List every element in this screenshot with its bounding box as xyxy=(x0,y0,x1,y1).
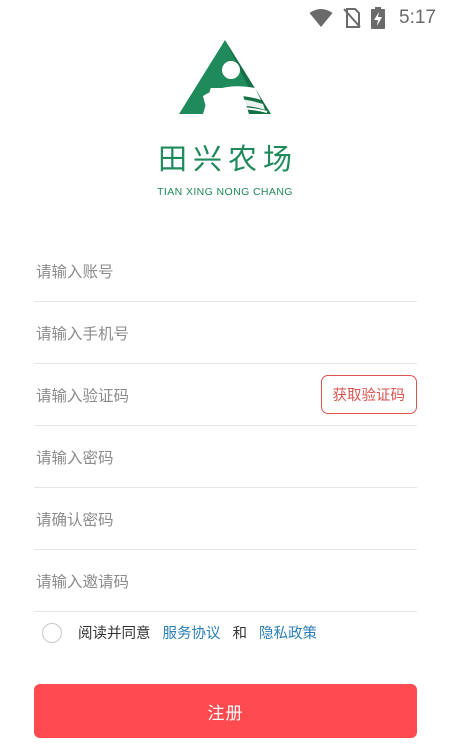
password-placeholder: 请输入密码 xyxy=(36,448,114,467)
register-form: 请输入账号 请输入手机号 请输入验证码 获取验证码 请输入密码 请确认密码 请输… xyxy=(34,240,417,612)
code-placeholder: 请输入验证码 xyxy=(36,386,130,405)
privacy-policy-link[interactable]: 隐私政策 xyxy=(259,622,317,643)
account-field[interactable]: 请输入账号 xyxy=(34,240,417,302)
register-button[interactable]: 注册 xyxy=(34,684,417,738)
status-bar: 5:17 xyxy=(0,0,450,36)
wifi-icon xyxy=(309,8,333,28)
get-code-button[interactable]: 获取验证码 xyxy=(320,375,417,414)
account-placeholder: 请输入账号 xyxy=(36,262,114,281)
confirm-password-field[interactable]: 请确认密码 xyxy=(34,488,417,550)
phone-field[interactable]: 请输入手机号 xyxy=(34,302,417,364)
password-field[interactable]: 请输入密码 xyxy=(34,426,417,488)
battery-charging-icon xyxy=(371,7,386,29)
confirm-password-placeholder: 请确认密码 xyxy=(36,510,114,529)
no-sim-icon xyxy=(343,8,361,28)
register-button-label: 注册 xyxy=(207,703,244,724)
invite-placeholder: 请输入邀请码 xyxy=(36,572,130,591)
service-agreement-link[interactable]: 服务协议 xyxy=(163,622,221,643)
brand-header: 田兴农场 TIAN XING NONG CHANG xyxy=(0,38,450,198)
brand-name: 田兴农场 xyxy=(157,142,298,176)
phone-placeholder: 请输入手机号 xyxy=(36,324,130,343)
invite-code-field[interactable]: 请输入邀请码 xyxy=(34,550,417,612)
status-time: 5:17 xyxy=(399,7,436,28)
verification-code-field[interactable]: 请输入验证码 获取验证码 xyxy=(34,364,417,426)
agree-and: 和 xyxy=(232,626,248,642)
agreement-row: 阅读并同意 服务协议 和 隐私政策 xyxy=(42,622,317,643)
agree-radio[interactable] xyxy=(42,622,62,643)
brand-name-pinyin: TIAN XING NONG CHANG xyxy=(157,186,293,198)
farm-logo-icon xyxy=(179,40,271,114)
agree-prefix: 阅读并同意 xyxy=(78,626,151,642)
